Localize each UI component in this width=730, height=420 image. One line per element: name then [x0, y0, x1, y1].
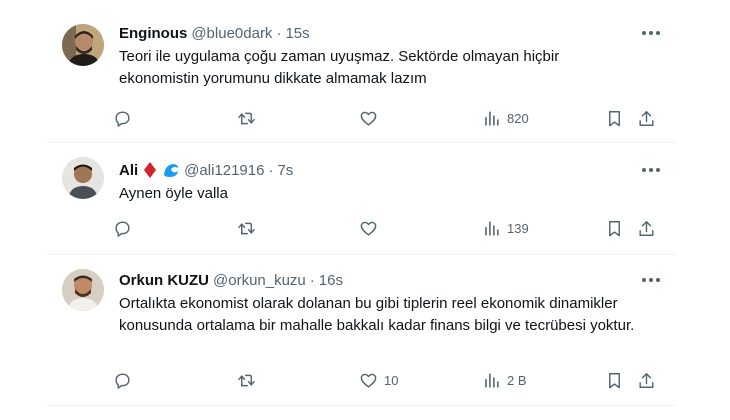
bookmark-icon [605, 109, 624, 128]
tweet-actions: 820 [39, 105, 676, 131]
avatar-image [62, 24, 104, 66]
wave-icon [162, 161, 180, 179]
retweet-button[interactable] [237, 219, 262, 238]
author-name[interactable]: Ali [119, 162, 138, 179]
timestamp[interactable]: 7s [277, 162, 293, 179]
reply-icon [113, 219, 132, 238]
reply-button[interactable] [113, 109, 138, 128]
retweet-button[interactable] [237, 109, 262, 128]
tweet-header: Ali @ali121916 · 7s [119, 159, 676, 181]
avatar[interactable] [62, 24, 104, 66]
views-count: 2 B [507, 372, 527, 388]
reply-button[interactable] [113, 219, 138, 238]
views-button[interactable]: 820 [482, 109, 529, 128]
author-handle[interactable]: @ali121916 [184, 162, 264, 179]
separator: · [276, 24, 282, 42]
share-icon [637, 219, 656, 238]
avatar[interactable] [62, 157, 104, 199]
tweet-actions: 10 2 B [39, 367, 676, 393]
separator: · [268, 161, 274, 179]
tweet-actions: 139 [39, 215, 676, 241]
views-count: 820 [507, 110, 529, 126]
reply-icon [113, 371, 132, 390]
views-button[interactable]: 2 B [482, 371, 527, 390]
author-handle[interactable]: @blue0dark [191, 25, 272, 42]
bookmark-button[interactable] [605, 371, 624, 390]
avatar-image [62, 269, 104, 311]
timestamp[interactable]: 16s [319, 272, 343, 289]
retweet-icon [237, 219, 256, 238]
bookmark-button[interactable] [605, 109, 624, 128]
separator: · [309, 271, 315, 289]
avatar[interactable] [62, 269, 104, 311]
views-icon [482, 109, 501, 128]
tweet-header: Orkun KUZU @orkun_kuzu · 16s [119, 269, 676, 291]
like-icon [359, 371, 378, 390]
tweet-1[interactable]: Enginous @blue0dark · 15s Teori ile uygu… [46, 14, 676, 143]
tweet-text: Aynen öyle valla [119, 185, 228, 202]
views-icon [482, 219, 501, 238]
diamond-icon [143, 161, 157, 179]
more-icon[interactable] [640, 269, 662, 291]
reply-button[interactable] [113, 371, 138, 390]
retweet-button[interactable] [237, 371, 262, 390]
like-button[interactable] [359, 219, 384, 238]
like-count: 10 [384, 372, 399, 388]
author-name[interactable]: Orkun KUZU [119, 272, 209, 289]
avatar-image [62, 157, 104, 199]
like-icon [359, 109, 378, 128]
like-button[interactable]: 10 [359, 371, 398, 390]
share-icon [637, 109, 656, 128]
retweet-icon [237, 109, 256, 128]
more-icon[interactable] [640, 22, 662, 44]
bookmark-icon [605, 371, 624, 390]
views-count: 139 [507, 220, 529, 236]
bookmark-icon [605, 219, 624, 238]
tweet-text: Teori ile uygulama çoğu zaman uyuşmaz. S… [119, 48, 560, 87]
like-icon [359, 219, 378, 238]
more-icon[interactable] [640, 159, 662, 181]
share-icon [637, 371, 656, 390]
retweet-icon [237, 371, 256, 390]
views-icon [482, 371, 501, 390]
reply-icon [113, 109, 132, 128]
tweet-3[interactable]: Orkun KUZU @orkun_kuzu · 16s Ortalıkta e… [46, 255, 676, 406]
tweet-header: Enginous @blue0dark · 15s [119, 22, 676, 44]
timestamp[interactable]: 15s [285, 25, 309, 42]
author-name[interactable]: Enginous [119, 25, 187, 42]
share-button[interactable] [637, 371, 656, 390]
tweet-text: Ortalıkta ekonomist olarak dolanan bu gi… [119, 295, 635, 334]
share-button[interactable] [637, 219, 656, 238]
like-button[interactable] [359, 109, 384, 128]
share-button[interactable] [637, 109, 656, 128]
author-handle[interactable]: @orkun_kuzu [213, 272, 306, 289]
bookmark-button[interactable] [605, 219, 624, 238]
views-button[interactable]: 139 [482, 219, 529, 238]
tweet-2[interactable]: Ali @ali121916 · 7s Aynen öyle valla 139 [46, 143, 676, 255]
